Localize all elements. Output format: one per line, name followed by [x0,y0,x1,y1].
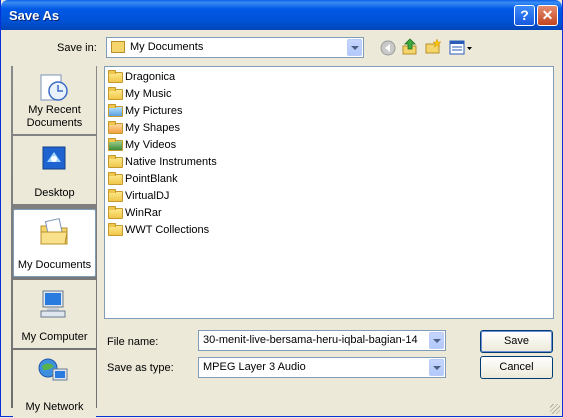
save-in-value: My Documents [130,41,204,53]
save-as-type-combo[interactable]: MPEG Layer 3 Audio [198,357,446,378]
folder-icon [108,70,123,83]
places-bar: My Recent Documents Desktop My Documents [11,66,97,418]
my-computer-icon [40,290,66,318]
file-name-value[interactable]: 30-menit-live-bersama-heru-iqbal-bagian-… [203,334,418,346]
new-folder-icon[interactable] [424,38,442,56]
file-name: WinRar [125,207,162,219]
cancel-button[interactable]: Cancel [480,356,553,379]
my-documents-icon [111,41,125,53]
chevron-down-icon[interactable] [347,39,362,56]
file-name: Native Instruments [125,156,217,168]
folder-icon [108,206,123,219]
close-button[interactable]: ✕ [537,5,558,26]
my-documents-icon [40,218,68,245]
chevron-down-icon[interactable] [429,332,444,349]
my-network-icon [38,358,68,381]
file-name: VirtualDJ [125,190,170,202]
view-menu-icon[interactable] [448,39,474,57]
resize-grip[interactable] [550,404,560,414]
file-name-combo[interactable]: 30-menit-live-bersama-heru-iqbal-bagian-… [198,330,446,351]
pictures-folder-icon [108,104,123,117]
file-name: WWT Collections [125,224,210,236]
shapes-folder-icon [108,121,123,134]
up-folder-icon[interactable] [401,38,419,56]
save-as-type-value: MPEG Layer 3 Audio [203,361,306,373]
videos-folder-icon [108,138,123,151]
recent-documents-icon [40,74,68,101]
file-name: My Pictures [125,105,183,117]
title-bar[interactable]: Save As ? ✕ [1,0,562,30]
chevron-down-icon[interactable] [429,359,444,376]
place-label: My Computer [21,331,88,343]
place-label: Desktop [34,187,75,199]
file-name: Dragonica [125,71,176,83]
window-title: Save As [9,8,60,23]
place-label: My Recent Documents [26,104,83,129]
save-in-label: Save in: [57,42,97,54]
save-as-dialog: Save As ? ✕ Save in: My Documents My Rec… [0,0,563,418]
place-label: My Network [25,401,84,413]
file-name: My Music [125,88,172,100]
file-name: My Videos [125,139,177,151]
file-list[interactable]: Dragonica My Music My Pictures My Shapes… [104,66,554,319]
save-button[interactable]: Save [480,330,553,353]
folder-icon [108,223,123,236]
file-name: PointBlank [125,173,178,185]
folder-icon [108,172,123,185]
save-in-combo[interactable]: My Documents [106,37,364,58]
file-name: My Shapes [125,122,181,134]
place-my-recent-documents[interactable]: My Recent Documents [13,66,96,134]
place-my-network[interactable]: My Network [13,350,96,418]
desktop-icon [42,146,66,170]
folder-icon [108,189,123,202]
place-my-computer[interactable]: My Computer [13,280,96,348]
place-my-documents[interactable]: My Documents [13,209,96,277]
place-label: My Documents [17,259,92,271]
music-folder-icon [108,87,123,100]
save-as-type-label: Save as type: [107,362,174,374]
back-icon[interactable] [379,39,397,57]
help-button[interactable]: ? [514,5,535,26]
place-desktop[interactable]: Desktop [13,136,96,204]
folder-icon [108,155,123,168]
file-name-label: File name: [107,336,159,348]
